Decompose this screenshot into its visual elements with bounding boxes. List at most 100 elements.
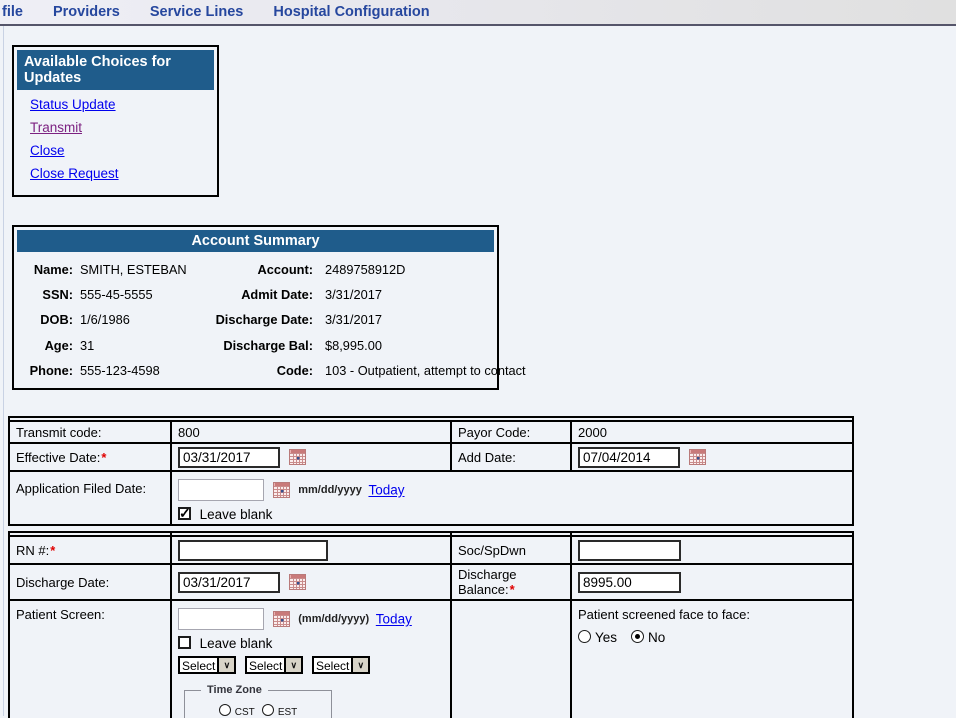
patient-screen-select-1-value: Select [180, 658, 217, 672]
discharge-balance-label: Discharge Balance:* [451, 564, 571, 600]
application-leave-blank-label: Leave blank [200, 507, 273, 522]
face-to-face-no-label: No [648, 630, 665, 645]
summary-dob-label: DOB: [19, 307, 73, 332]
patient-screen-select-2[interactable]: Select ∨ [245, 656, 303, 674]
summary-age-value: 31 [73, 333, 203, 358]
account-summary-panel: Account Summary Name: SMITH, ESTEBAN Acc… [12, 225, 499, 390]
patient-screen-date-input[interactable] [178, 608, 264, 630]
summary-phone-value: 555-123-4598 [73, 358, 203, 383]
patient-screen-label: Patient Screen: [9, 600, 171, 718]
summary-ssn-value: 555-45-5555 [73, 282, 203, 307]
timezone-est-label: EST [278, 707, 297, 718]
discharge-balance-cell [571, 564, 853, 600]
calendar-icon[interactable] [273, 482, 290, 498]
patient-screen-leave-blank-label: Leave blank [200, 636, 273, 651]
time-zone-fieldset: Time Zone CST EST MST [184, 684, 332, 718]
rn-number-required-asterisk: * [50, 543, 55, 558]
face-to-face-yes-radio[interactable] [578, 630, 591, 643]
calendar-icon[interactable] [289, 449, 306, 465]
discharge-balance-required-asterisk: * [510, 582, 515, 597]
link-status-update[interactable]: Status Update [30, 97, 214, 113]
summary-account-value: 2489758912D [313, 257, 526, 282]
patient-screen-select-3[interactable]: Select ∨ [312, 656, 370, 674]
discharge-date-cell [171, 564, 451, 600]
rn-number-label-text: RN #: [16, 543, 49, 558]
discharge-balance-label-text: Discharge Balance: [458, 567, 517, 597]
summary-ssn-label: SSN: [19, 282, 73, 307]
payor-code-label: Payor Code: [451, 421, 571, 443]
face-to-face-yes-label: Yes [595, 630, 617, 645]
dropdown-arrow-icon: ∨ [284, 658, 301, 672]
discharge-date-label: Discharge Date: [9, 564, 171, 600]
transmit-form-table: Transmit code: 800 Payor Code: 2000 Effe… [8, 416, 854, 526]
choices-panel-title: Available Choices for Updates [17, 50, 214, 90]
page: file Providers Service Lines Hospital Co… [0, 0, 956, 718]
summary-admit-date-label: Admit Date: [203, 282, 313, 307]
dropdown-arrow-icon: ∨ [351, 658, 368, 672]
summary-name-value: SMITH, ESTEBAN [73, 257, 203, 282]
transmit-code-label: Transmit code: [9, 421, 171, 443]
summary-code-label: Code: [203, 358, 313, 383]
link-transmit[interactable]: Transmit [30, 120, 214, 136]
summary-phone-label: Phone: [19, 358, 73, 383]
discharge-date-input[interactable] [178, 572, 280, 593]
effective-date-label-text: Effective Date: [16, 450, 100, 465]
add-date-cell [571, 443, 853, 471]
patient-screen-select-3-value: Select [314, 658, 351, 672]
summary-discharge-bal-value: $8,995.00 [313, 333, 526, 358]
link-close-request[interactable]: Close Request [30, 166, 214, 182]
timezone-est-radio[interactable] [262, 704, 274, 716]
nav-item-service-lines[interactable]: Service Lines [150, 4, 244, 20]
add-date-input[interactable] [578, 447, 680, 468]
application-leave-blank-checkbox[interactable] [178, 507, 191, 520]
time-zone-legend: Time Zone [201, 684, 268, 696]
application-filed-date-today-link[interactable]: Today [368, 483, 404, 498]
calendar-icon[interactable] [273, 611, 290, 627]
effective-date-input[interactable] [178, 447, 280, 468]
rn-number-input[interactable] [178, 540, 328, 561]
rn-number-cell [171, 536, 451, 564]
effective-date-cell [171, 443, 451, 471]
patient-screen-select-1[interactable]: Select ∨ [178, 656, 236, 674]
summary-age-label: Age: [19, 333, 73, 358]
application-filed-date-cell: mm/dd/yyyy Today Leave blank [171, 471, 853, 525]
timezone-option-cst: CST [219, 702, 256, 718]
choices-panel: Available Choices for Updates Status Upd… [12, 45, 219, 197]
application-filed-date-input[interactable] [178, 479, 264, 501]
face-to-face-no-radio[interactable] [631, 630, 644, 643]
link-close[interactable]: Close [30, 143, 214, 159]
face-to-face-label: Patient screened face to face: [578, 603, 850, 622]
face-to-face-cell: Patient screened face to face: Yes No [571, 600, 853, 718]
patient-screen-leave-blank-checkbox[interactable] [178, 636, 191, 649]
patient-screen-cell: (mm/dd/yyyy) Today Leave blank Select ∨ [171, 600, 451, 718]
summary-discharge-date-value: 3/31/2017 [313, 307, 526, 332]
summary-dob-value: 1/6/1986 [73, 307, 203, 332]
empty-cell [451, 600, 571, 718]
summary-discharge-bal-label: Discharge Bal: [203, 333, 313, 358]
timezone-cst-label: CST [235, 707, 255, 718]
calendar-icon[interactable] [289, 574, 306, 590]
top-nav: file Providers Service Lines Hospital Co… [0, 0, 956, 26]
nav-item-providers[interactable]: Providers [53, 4, 120, 20]
transmit-code-value: 800 [171, 421, 451, 443]
discharge-form-table: RN #:* Soc/SpDwn Discharge Date: [8, 531, 854, 718]
add-date-label: Add Date: [451, 443, 571, 471]
soc-spdwn-input[interactable] [578, 540, 681, 561]
nav-item-file[interactable]: file [2, 4, 23, 20]
content-area: Available Choices for Updates Status Upd… [3, 26, 956, 716]
rn-number-label: RN #:* [9, 536, 171, 564]
account-summary-title: Account Summary [17, 230, 494, 252]
timezone-cst-radio[interactable] [219, 704, 231, 716]
nav-item-hospital-configuration[interactable]: Hospital Configuration [273, 4, 429, 20]
account-summary-grid: Name: SMITH, ESTEBAN Account: 2489758912… [17, 252, 494, 385]
timezone-option-est: EST [262, 702, 297, 718]
patient-screen-today-link[interactable]: Today [376, 612, 412, 627]
discharge-balance-input[interactable] [578, 572, 681, 593]
patient-screen-select-2-value: Select [247, 658, 284, 672]
dropdown-arrow-icon: ∨ [217, 658, 234, 672]
summary-code-value: 103 - Outpatient, attempt to contact [313, 358, 526, 383]
summary-account-label: Account: [203, 257, 313, 282]
application-filed-date-label: Application Filed Date: [9, 471, 171, 525]
calendar-icon[interactable] [689, 449, 706, 465]
effective-date-label: Effective Date:* [9, 443, 171, 471]
